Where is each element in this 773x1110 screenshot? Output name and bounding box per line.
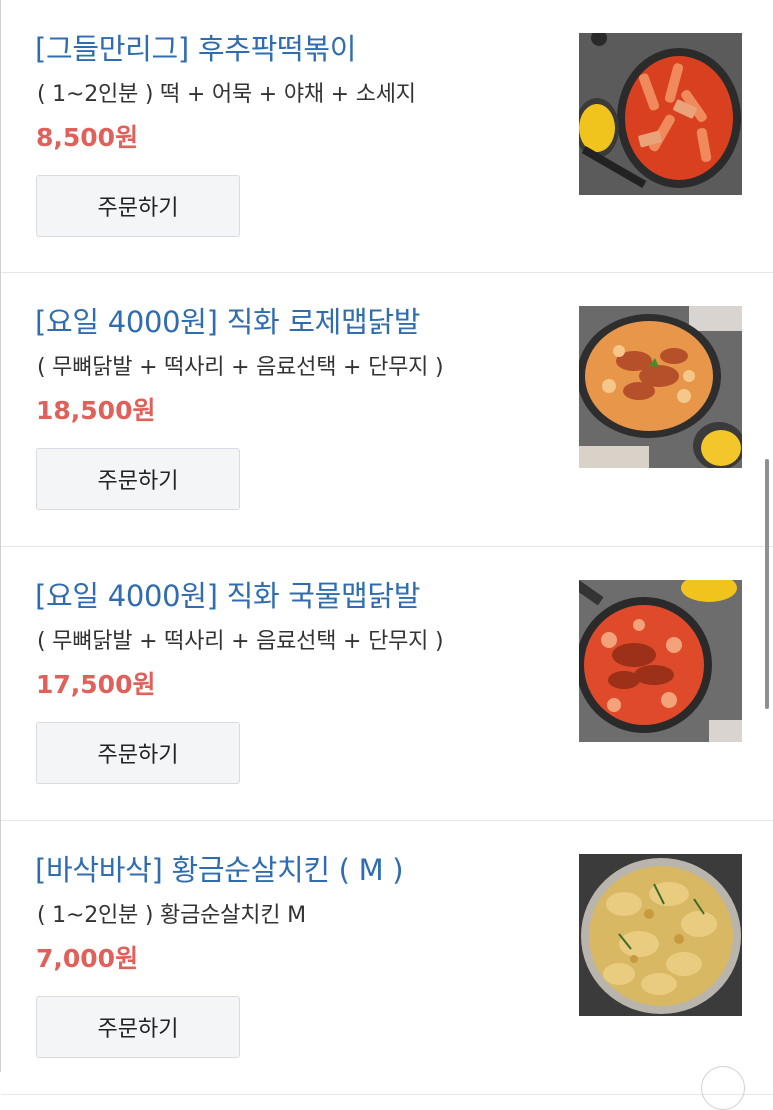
rose-chicken-feet-photo[interactable] [579, 306, 742, 468]
menu-item-price: 18,500원 [36, 396, 156, 425]
menu-item-description: ( 무뼈닭발 + 떡사리 + 음료선택 + 단무지 ) [37, 355, 444, 380]
spicy-soup-chicken-feet-photo[interactable] [579, 580, 742, 742]
boneless-chicken-photo[interactable] [579, 854, 742, 1016]
order-button[interactable]: 주문하기 [36, 722, 240, 784]
menu-item-price: 17,500원 [36, 670, 156, 699]
menu-item-description: ( 1~2인분 ) 황금순살치킨 M [37, 903, 306, 928]
order-button[interactable]: 주문하기 [36, 448, 240, 510]
floating-button-edge[interactable] [701, 1066, 745, 1110]
menu-item-description: ( 무뼈닭발 + 떡사리 + 음료선택 + 단무지 ) [37, 629, 444, 654]
menu-item-name[interactable]: [그들만리그] 후추팍떡볶이 [35, 26, 356, 68]
menu-item-name[interactable]: [바삭바삭] 황금순살치킨 ( M ) [35, 847, 404, 889]
menu-item-name[interactable]: [요일 4000원] 직화 국물맵닭발 [35, 573, 420, 615]
menu-item-price: 7,000원 [36, 944, 139, 973]
menu-item[interactable]: [요일 4000원] 직화 국물맵닭발 ( 무뼈닭발 + 떡사리 + 음료선택 … [1, 547, 773, 821]
menu-item[interactable]: [바삭바삭] 황금순살치킨 ( M ) ( 1~2인분 ) 황금순살치킨 M 7… [1, 821, 773, 1095]
order-button[interactable]: 주문하기 [36, 175, 240, 237]
menu-item-description: ( 1~2인분 ) 떡 + 어묵 + 야채 + 소세지 [37, 82, 416, 107]
menu-item-price: 8,500원 [36, 123, 139, 152]
menu-item[interactable]: [요일 4000원] 직화 로제맵닭발 ( 무뼈닭발 + 떡사리 + 음료선택 … [1, 273, 773, 547]
order-button[interactable]: 주문하기 [36, 996, 240, 1058]
scrollbar[interactable] [765, 459, 769, 709]
menu-item-name[interactable]: [요일 4000원] 직화 로제맵닭발 [35, 299, 420, 341]
menu-list: [그들만리그] 후추팍떡볶이 ( 1~2인분 ) 떡 + 어묵 + 야채 + 소… [1, 0, 773, 1095]
menu-item[interactable]: [그들만리그] 후추팍떡볶이 ( 1~2인분 ) 떡 + 어묵 + 야채 + 소… [1, 0, 773, 273]
tteokbokki-photo[interactable] [579, 33, 742, 195]
